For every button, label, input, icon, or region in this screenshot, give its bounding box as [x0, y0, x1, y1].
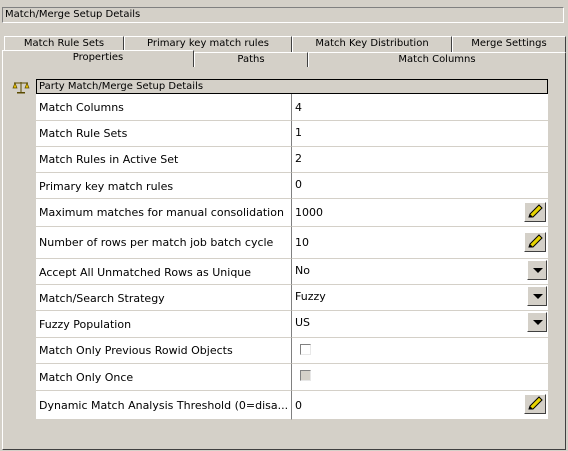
- row-label: Match Rule Sets: [36, 121, 292, 147]
- window-title: Match/Merge Setup Details: [2, 7, 564, 23]
- dynamic-threshold-field[interactable]: 0: [292, 391, 548, 420]
- chevron-down-icon[interactable]: [527, 286, 547, 306]
- row-label: Match Only Once: [36, 364, 292, 391]
- pencil-icon: [528, 396, 543, 410]
- row-label: Accept All Unmatched Rows as Unique: [36, 259, 292, 285]
- rows-per-batch-value: 10: [295, 236, 309, 249]
- row-label: Match Rules in Active Set: [36, 147, 292, 173]
- row-primary-key-match-rules: Primary key match rules 0: [36, 173, 548, 199]
- match-rule-sets-value: 1: [292, 121, 548, 147]
- row-max-manual-consolidation: Maximum matches for manual consolidation…: [36, 199, 548, 227]
- match-only-once-checkbox: [300, 370, 311, 381]
- row-fuzzy-population: Fuzzy Population US: [36, 311, 548, 338]
- row-match-previous-rowid: Match Only Previous Rowid Objects: [36, 338, 548, 364]
- row-match-search-strategy: Match/Search Strategy Fuzzy: [36, 285, 548, 311]
- accept-unmatched-value: No: [295, 264, 310, 277]
- match-strategy-select[interactable]: Fuzzy: [292, 285, 548, 311]
- row-label: Dynamic Match Analysis Threshold (0=disa…: [36, 391, 292, 420]
- row-label: Primary key match rules: [36, 173, 292, 199]
- fuzzy-population-select[interactable]: US: [292, 311, 548, 338]
- match-previous-rowid-checkbox[interactable]: [300, 344, 311, 355]
- row-match-columns: Match Columns 4: [36, 94, 548, 121]
- row-label: Number of rows per match job batch cycle: [36, 227, 292, 259]
- chevron-down-icon[interactable]: [527, 312, 547, 332]
- row-match-rules-active-set: Match Rules in Active Set 2: [36, 147, 548, 173]
- accept-unmatched-select[interactable]: No: [292, 259, 548, 285]
- pencil-icon: [528, 234, 543, 248]
- row-match-only-once: Match Only Once: [36, 364, 548, 391]
- tab-merge-settings[interactable]: Merge Settings: [452, 36, 566, 52]
- edit-max-matches-button[interactable]: [524, 202, 546, 222]
- scale-icon: [12, 82, 30, 94]
- match-previous-rowid-cell: [292, 338, 548, 364]
- row-label: Match Columns: [36, 94, 292, 121]
- primary-key-rules-value: 0: [292, 173, 548, 199]
- row-label: Match/Search Strategy: [36, 285, 292, 311]
- tab-match-key-distribution[interactable]: Match Key Distribution: [292, 36, 452, 52]
- row-accept-unmatched-unique: Accept All Unmatched Rows as Unique No: [36, 259, 548, 285]
- match-rules-active-value: 2: [292, 147, 548, 173]
- max-matches-field[interactable]: 1000: [292, 199, 548, 227]
- row-label: Maximum matches for manual consolidation: [36, 199, 292, 227]
- row-dynamic-match-threshold: Dynamic Match Analysis Threshold (0=disa…: [36, 391, 548, 420]
- match-strategy-value: Fuzzy: [295, 290, 326, 303]
- grid-header: Party Match/Merge Setup Details: [36, 79, 548, 94]
- rows-per-batch-field[interactable]: 10: [292, 227, 548, 259]
- row-rows-per-batch-cycle: Number of rows per match job batch cycle…: [36, 227, 548, 259]
- pencil-icon: [528, 204, 543, 218]
- dynamic-threshold-value: 0: [295, 399, 302, 412]
- edit-dynamic-threshold-button[interactable]: [524, 394, 546, 414]
- chevron-down-icon[interactable]: [527, 260, 547, 280]
- row-label: Match Only Previous Rowid Objects: [36, 338, 292, 364]
- match-only-once-cell: [292, 364, 548, 391]
- max-matches-value: 1000: [295, 206, 323, 219]
- match-columns-value: 4: [292, 94, 548, 121]
- edit-rows-per-batch-button[interactable]: [524, 232, 546, 252]
- row-match-rule-sets: Match Rule Sets 1: [36, 121, 548, 147]
- row-label: Fuzzy Population: [36, 311, 292, 338]
- tab-paths[interactable]: Paths: [194, 52, 308, 67]
- tab-match-columns[interactable]: Match Columns: [308, 52, 566, 67]
- tab-properties[interactable]: Properties: [2, 50, 194, 67]
- fuzzy-population-value: US: [295, 316, 311, 329]
